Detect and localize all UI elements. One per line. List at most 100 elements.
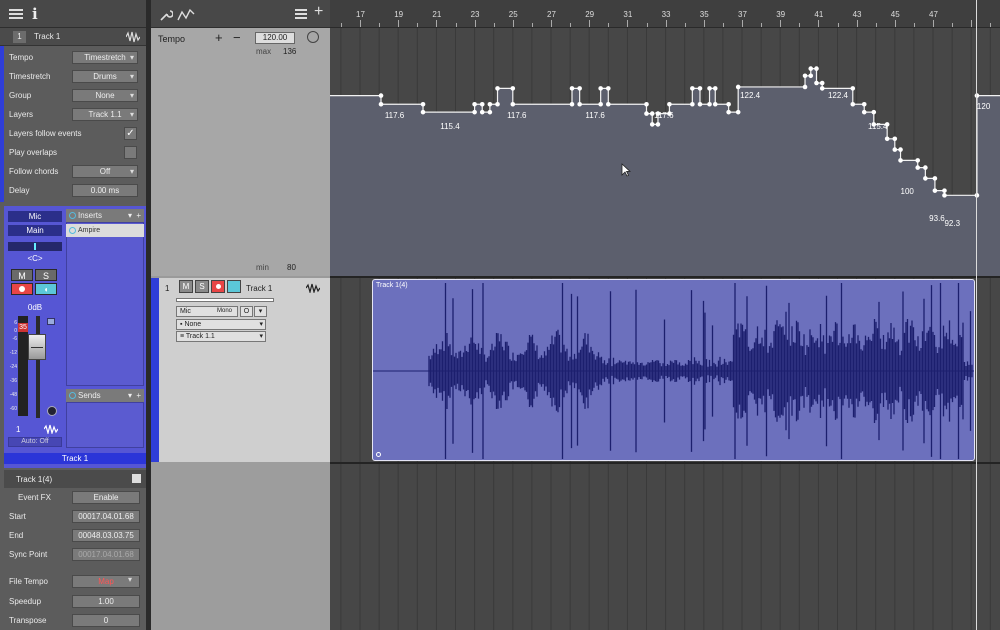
tempo-point [577,101,582,107]
automation-mode[interactable]: Auto: Off [8,437,62,447]
audio-track-header: 1 M S Track 1 Mic Mono O ▾ ▪ None ▾ ≡ Tr… [151,278,330,462]
mute-button[interactable]: M [179,280,193,293]
ruler-bar-label: 19 [394,10,404,19]
ruler-tick [551,20,552,27]
inspector-panel: i 1 Track 1 Tempo Timestretch Timestretch D… [0,0,146,630]
input-mode-icon[interactable]: O [240,306,253,317]
tempo-min-value[interactable]: 80 [287,263,296,272]
tempo-max-value[interactable]: 136 [283,47,296,56]
ruler-tick [570,23,572,27]
monitor-button[interactable]: ◖ [35,283,57,295]
ruler-tick [703,20,705,27]
event-handle-icon[interactable] [376,452,381,457]
menu-icon[interactable] [9,9,23,19]
monitor-button[interactable] [227,280,241,293]
chevron-down-icon[interactable]: ▾ [128,575,132,584]
property-field[interactable]: 0.00 ms [72,184,138,197]
chevron-down-icon[interactable]: ▾ [254,306,267,317]
inspector-property-row: Group None [4,86,140,105]
record-arm-button[interactable] [211,280,225,293]
layer-select[interactable]: ≡ Track 1.1 ▾ [176,331,266,342]
track-list: + Tempo + − 120.00 max 136 min 80 1 M S … [151,0,330,630]
ruler-tick [799,23,801,27]
power-icon[interactable] [69,227,76,234]
inserts-label: Inserts [78,211,103,220]
meter-scale-label: -6 [12,336,17,342]
arrangement-view[interactable]: 17 19 21 23 25 27 29 31 33 35 37 39 41 43 45 47 117.6 11… [16,0,1000,630]
output-button[interactable]: Main [8,225,62,236]
lane-divider[interactable] [330,462,1000,464]
tempo-point [712,101,718,107]
add-icon[interactable]: + [136,389,141,402]
property-dropdown[interactable]: None [72,89,138,102]
property-checkbox[interactable] [124,146,137,159]
volume-fader[interactable] [28,334,46,360]
playhead-cursor[interactable] [976,0,977,630]
output-select[interactable]: ▪ None ▾ [176,319,266,330]
channel-name[interactable]: Track 1 [4,453,146,464]
event-color-box[interactable] [132,474,141,483]
tempo-point [808,66,814,71]
event-fx-enable-button[interactable]: Enable [72,491,140,504]
property-dropdown[interactable]: Drums [72,70,138,83]
wrench-icon[interactable] [159,8,173,22]
event-property-field[interactable]: 00048.03.03.75 [72,529,140,542]
solo-button[interactable]: S [35,269,57,281]
list-icon[interactable] [295,9,307,19]
info-icon[interactable]: i [32,5,38,23]
add-track-icon[interactable]: + [314,3,323,21]
insert-slot[interactable]: Ampire [66,224,144,237]
property-dropdown[interactable]: Off [72,165,138,178]
sends-header[interactable]: Sends ▾ + [66,389,144,402]
solo-button[interactable]: S [195,280,209,293]
tempo-decrease-button[interactable]: − [233,30,241,45]
event-property-field[interactable]: 00017.04.01.68 [72,510,140,523]
audio-event[interactable]: Track 1(4) [372,279,975,461]
timeline-ruler[interactable]: 17 19 21 23 25 27 29 31 33 35 37 39 41 43 45 47 [330,0,1000,28]
tempo-increase-button[interactable]: + [215,30,223,45]
event-property-field[interactable]: 1.00 [72,595,140,608]
property-dropdown[interactable]: Timestretch [72,51,138,64]
empty-track-area[interactable] [151,462,330,630]
record-arm-button[interactable] [11,283,33,295]
inserts-header[interactable]: Inserts ▾ + [66,209,144,222]
ruler-tick [512,20,514,27]
ruler-bar-label: 47 [929,10,938,19]
tempo-value-field[interactable]: 120.00 [255,32,295,44]
property-label: Delay [9,186,30,195]
input-select[interactable]: Mic Mono [176,306,238,317]
pan-slider[interactable] [8,242,62,251]
mute-button[interactable]: M [11,269,33,281]
tempo-point [598,86,603,91]
ruler-bar-label: 25 [508,10,518,19]
tempo-point [915,165,921,170]
track-name[interactable]: Track 1 [34,32,60,41]
ruler-tick [417,23,419,27]
property-dropdown[interactable]: Track 1.1 [72,108,138,121]
meter-scale-label: -36 [9,378,17,384]
power-icon[interactable] [69,212,76,219]
event-property-field[interactable]: 0 [72,614,140,627]
property-checkbox[interactable]: ✓ [124,127,137,140]
tempo-point [802,73,808,79]
track-volume-slider[interactable] [176,298,274,302]
input-button[interactable]: Mic [8,211,62,222]
tempo-lane[interactable]: 117.6 115.4 117.6 117.6 117.6 122.4 122.4 115.4… [16,28,1000,276]
track-name[interactable]: Track 1 [246,284,272,293]
event-property-row: Transpose 0 [4,611,144,630]
tempo-value-label: 115.4 [868,122,888,131]
power-icon[interactable] [69,392,76,399]
add-icon[interactable]: + [136,209,141,222]
chevron-down-icon[interactable]: ▾ [128,209,132,222]
audio-lane[interactable]: Track 1(4) [330,278,1000,462]
automation-icon[interactable] [177,8,195,22]
tempo-curve[interactable]: 117.6 115.4 117.6 117.6 117.6 122.4 122.4 115.4… [16,28,1000,276]
event-property-label: Sync Point [9,550,48,559]
clock-icon[interactable] [307,31,319,43]
event-property-row: Sync Point 00017.04.01.68 [4,545,144,564]
tempo-fill [16,68,1000,276]
chevron-down-icon[interactable]: ▾ [128,389,132,402]
event-name[interactable]: Track 1(4) [16,475,52,484]
fx-bypass-icon[interactable] [47,406,57,416]
event-property-field[interactable]: 00017.04.01.68 [72,548,140,561]
